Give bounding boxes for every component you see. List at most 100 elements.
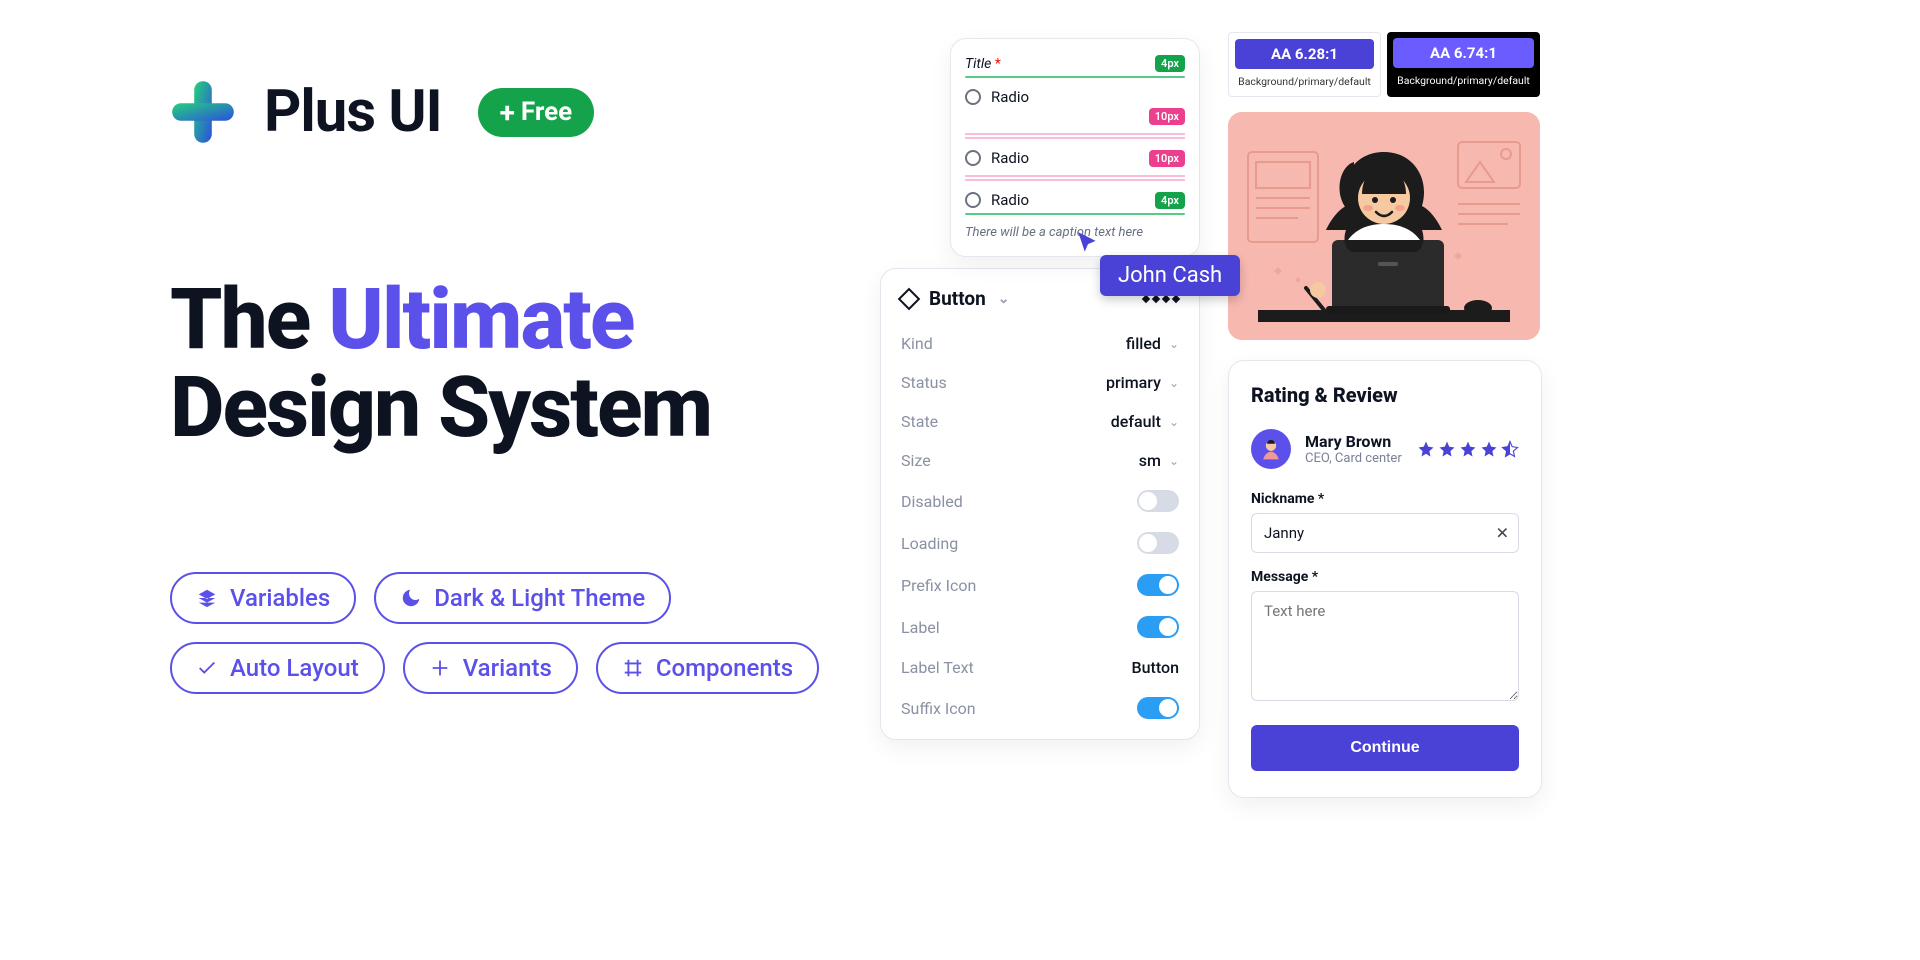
prop-key: Suffix Icon	[901, 699, 976, 718]
prop-size[interactable]: Sizesm⌄	[901, 441, 1179, 480]
prop-value: default	[1111, 412, 1161, 431]
radio-icon	[965, 89, 981, 105]
radio-icon	[965, 192, 981, 208]
radio-option[interactable]: Radio	[965, 88, 1029, 106]
radio-card-title: Title *	[965, 56, 1001, 72]
message-input[interactable]	[1251, 591, 1519, 701]
chevron-down-icon: ⌄	[1169, 376, 1179, 390]
pill-components[interactable]: Components	[596, 642, 819, 694]
illustration	[1228, 112, 1540, 340]
prop-suffix: Suffix Icon	[901, 687, 1179, 729]
prop-prefix: Prefix Icon	[901, 564, 1179, 606]
gap-chip-4: 4px	[1155, 55, 1185, 72]
prop-label: Label	[901, 606, 1179, 648]
prop-key: State	[901, 412, 938, 431]
logo-row: Plus UI + Free	[170, 78, 870, 146]
cursor-icon	[1075, 230, 1101, 260]
chevron-down-icon: ⌄	[1169, 337, 1179, 351]
review-user-row: Mary Brown CEO, Card center	[1251, 429, 1519, 469]
prop-key: Prefix Icon	[901, 576, 976, 595]
nickname-input[interactable]	[1251, 513, 1519, 553]
contrast-tile-light: AA 6.28:1 Background/primary/default	[1228, 32, 1381, 97]
prop-status[interactable]: Status primary ⌄	[901, 363, 1179, 402]
review-heading: Rating & Review	[1251, 383, 1519, 407]
prop-value: primary	[1106, 373, 1161, 392]
radio-label: Radio	[991, 191, 1029, 209]
star-icon	[1438, 440, 1456, 458]
plus-icon: +	[500, 96, 515, 129]
radio-option[interactable]: Radio	[965, 149, 1029, 167]
radio-icon	[965, 150, 981, 166]
gap-chip-10: 10px	[1149, 108, 1185, 125]
prop-key: Label	[901, 618, 940, 637]
prop-key: Status	[901, 373, 947, 392]
pill-label: Variables	[230, 584, 330, 612]
prop-key: Label Text	[901, 658, 974, 677]
review-card: Rating & Review Mary Brown CEO, Card cen…	[1228, 360, 1542, 798]
free-badge: + Free	[478, 88, 595, 137]
star-half-icon	[1501, 440, 1519, 458]
panel-title-text: Button	[929, 287, 986, 310]
rating-stars[interactable]	[1417, 440, 1519, 458]
contrast-ratio: AA 6.28:1	[1235, 39, 1374, 69]
toggle-disabled[interactable]	[1137, 490, 1179, 512]
nickname-label-text: Nickname	[1251, 491, 1314, 507]
star-icon	[1417, 440, 1435, 458]
prop-kind[interactable]: Kind filled ⌄	[901, 324, 1179, 363]
pill-variables[interactable]: Variables	[170, 572, 356, 624]
component-icon	[898, 287, 921, 310]
prop-label-text[interactable]: Label TextButton	[901, 648, 1179, 687]
prop-value: filled	[1126, 334, 1161, 353]
layers-icon	[196, 587, 218, 609]
prop-key: Loading	[901, 534, 958, 553]
pill-label: Dark & Light Theme	[434, 584, 645, 612]
pill-theme[interactable]: Dark & Light Theme	[374, 572, 671, 624]
pill-autolayout[interactable]: Auto Layout	[170, 642, 385, 694]
avatar	[1251, 429, 1291, 469]
logo-text: Plus UI	[264, 78, 442, 146]
pill-label: Components	[656, 654, 793, 682]
feature-pills: Variables Dark & Light Theme Auto Layout…	[170, 572, 870, 694]
contrast-strip: AA 6.28:1 Background/primary/default AA …	[1228, 32, 1540, 97]
message-label-text: Message	[1251, 569, 1308, 585]
collaborator-name-tag: John Cash	[1100, 255, 1240, 296]
headline: The Ultimate Design System	[170, 276, 870, 452]
clear-icon[interactable]: ✕	[1496, 524, 1509, 543]
chevron-down-icon: ⌄	[998, 291, 1010, 307]
radio-card-title-text: Title	[965, 56, 991, 72]
radio-label: Radio	[991, 88, 1029, 106]
prop-state[interactable]: State default ⌄	[901, 402, 1179, 441]
contrast-token: Background/primary/default	[1229, 75, 1380, 96]
review-user-name: Mary Brown	[1305, 432, 1402, 451]
chevron-down-icon: ⌄	[1169, 454, 1179, 468]
moon-icon	[400, 587, 422, 609]
gap-chip-4: 4px	[1155, 192, 1185, 209]
toggle-label[interactable]	[1137, 616, 1179, 638]
message-label: Message *	[1251, 569, 1519, 585]
radio-spacing-card: Title * 4px Radio 10px Radio 10px Radio …	[950, 38, 1200, 257]
contrast-token: Background/primary/default	[1387, 74, 1540, 95]
property-panel: Button ⌄ Kind filled ⌄ Status primary ⌄ Stat…	[880, 268, 1200, 740]
prop-disabled: Disabled	[901, 480, 1179, 522]
frame-icon	[622, 657, 644, 679]
headline-post: Design System	[170, 358, 711, 457]
prop-loading: Loading	[901, 522, 1179, 564]
plus-logo-icon	[170, 79, 236, 145]
plus-icon	[429, 657, 451, 679]
headline-pre: The	[170, 270, 328, 369]
prop-key: Kind	[901, 334, 933, 353]
headline-accent: Ultimate	[328, 270, 633, 369]
prop-key: Disabled	[901, 492, 963, 511]
continue-button[interactable]: Continue	[1251, 725, 1519, 771]
toggle-loading[interactable]	[1137, 532, 1179, 554]
pill-variants[interactable]: Variants	[403, 642, 578, 694]
panel-menu-icon[interactable]	[1143, 296, 1179, 302]
toggle-suffix[interactable]	[1137, 697, 1179, 719]
panel-title[interactable]: Button ⌄	[901, 287, 1010, 310]
radio-option[interactable]: Radio	[965, 191, 1029, 209]
nickname-label: Nickname *	[1251, 491, 1519, 507]
free-badge-label: Free	[521, 97, 572, 127]
toggle-prefix[interactable]	[1137, 574, 1179, 596]
review-user-role: CEO, Card center	[1305, 451, 1402, 466]
chevron-down-icon: ⌄	[1169, 415, 1179, 429]
